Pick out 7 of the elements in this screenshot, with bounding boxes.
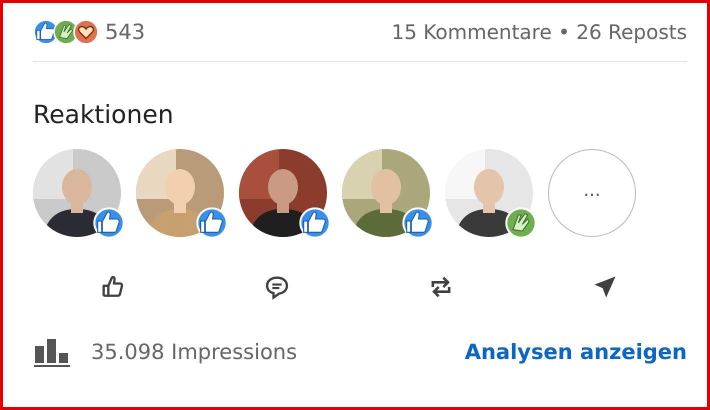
more-reactions-button[interactable]: ... — [548, 149, 636, 237]
section-title: Reaktionen — [33, 100, 175, 129]
reaction-count[interactable]: 543 — [105, 20, 146, 44]
bar-chart-icon — [33, 337, 73, 367]
impressions-count: 35.098 Impressions — [91, 340, 298, 364]
engagement-count[interactable]: 15 Kommentare • 26 Reposts — [391, 20, 687, 44]
analytics-link[interactable]: Analysen anzeigen — [464, 340, 687, 364]
